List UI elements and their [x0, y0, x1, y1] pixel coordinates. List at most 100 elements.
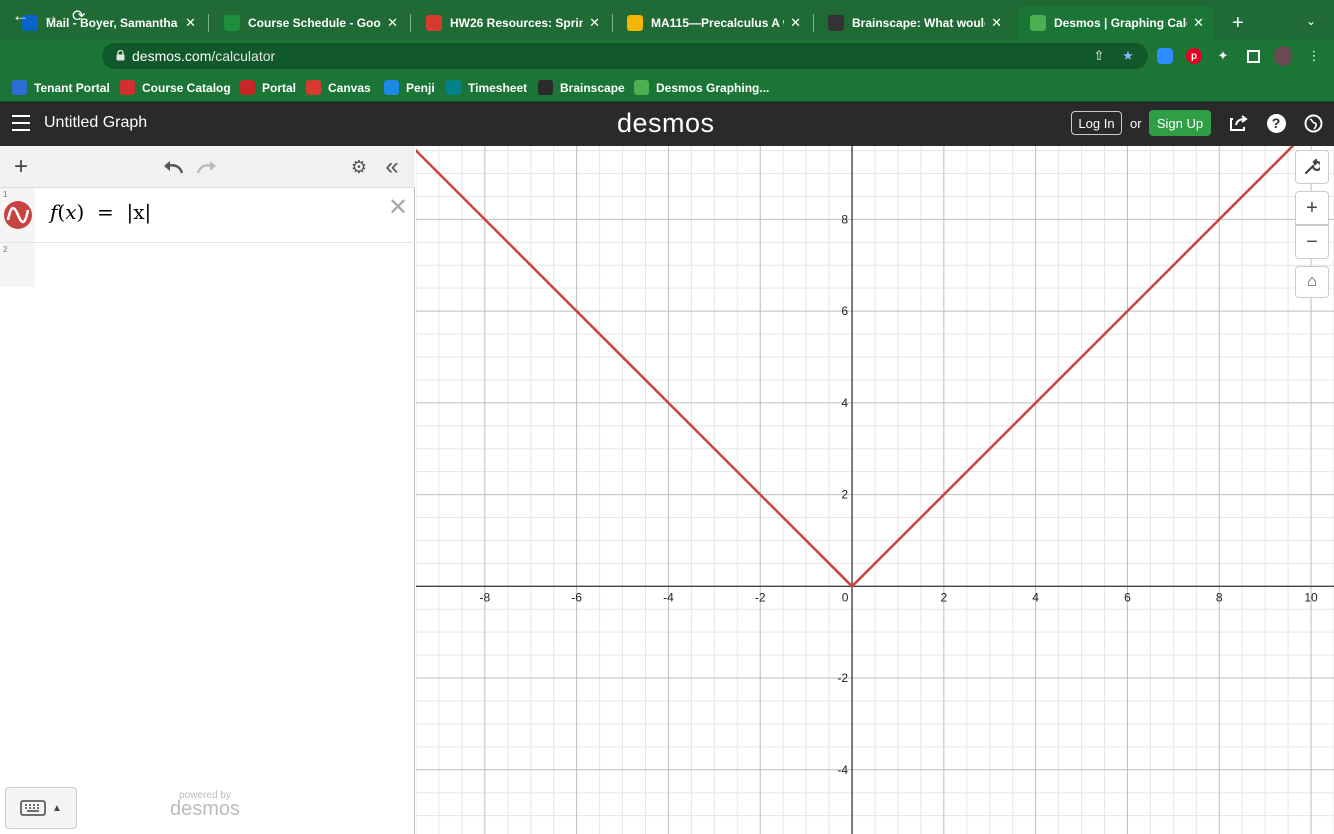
tab-separator: [813, 14, 814, 32]
brainscape-icon: [538, 80, 553, 95]
bookmark-label: Penji: [406, 80, 435, 95]
bookmark-star-icon[interactable]: ★: [1119, 47, 1137, 65]
browser-tab[interactable]: Mail - Boyer, Samantha Aft ✕: [10, 6, 206, 40]
brainscape-icon: [828, 15, 844, 31]
redo-icon[interactable]: [194, 154, 220, 180]
expression-input[interactable]: f(x) = |x|: [50, 200, 151, 224]
delete-expression-icon[interactable]: ✕: [388, 193, 408, 222]
tab-separator: [410, 14, 411, 32]
close-tab-icon[interactable]: ✕: [185, 15, 196, 31]
extensions-icon[interactable]: ✦: [1214, 47, 1232, 65]
canvas-icon: [306, 80, 321, 95]
bookmark-label: Course Catalog: [142, 80, 231, 95]
drive-icon: [627, 15, 643, 31]
series-line-abs-x[interactable]: [416, 146, 1311, 589]
bookmark-label: Tenant Portal: [34, 80, 110, 95]
log-in-button[interactable]: Log In: [1071, 111, 1122, 135]
forward-icon[interactable]: →: [42, 6, 59, 26]
y-tick-label: -4: [837, 763, 848, 777]
browser-tab[interactable]: HW26 Resources: Spring 2 ✕: [414, 6, 610, 40]
zoom-in-button[interactable]: +: [1295, 191, 1329, 225]
expression-number: 2: [3, 245, 8, 254]
penji-icon: [384, 80, 399, 95]
x-tick-label: 2: [941, 590, 948, 604]
y-tick-label: 2: [841, 488, 848, 502]
browser-tab[interactable]: MA115—Precalculus A w/ Ir ✕: [615, 6, 811, 40]
portal-icon: [240, 80, 255, 95]
graph-paper[interactable]: -8 -6 -4 -2 0 2 4 6 8 10 -4 -2 2 4 6 8: [416, 146, 1334, 834]
catalog-icon: [120, 80, 135, 95]
canvas-icon: [426, 15, 442, 31]
bookmark-item[interactable]: Timesheet: [446, 80, 527, 95]
avatar[interactable]: [1274, 46, 1292, 66]
bookmark-item[interactable]: Course Catalog: [120, 80, 231, 95]
tab-title: Course Schedule - Google: [248, 16, 381, 30]
pinterest-icon[interactable]: p: [1186, 48, 1202, 64]
bookmark-item[interactable]: Penji: [384, 80, 435, 95]
x-tick-label: -4: [663, 590, 674, 604]
share-graph-icon[interactable]: [1228, 112, 1250, 134]
keypad-toggle-button[interactable]: ▲: [5, 787, 77, 829]
tab-search-icon[interactable]: ⌄: [1306, 14, 1316, 28]
back-icon[interactable]: ←: [12, 6, 29, 26]
share-icon[interactable]: ⇧: [1090, 47, 1108, 65]
chrome-menu-icon[interactable]: ⋮: [1305, 47, 1323, 65]
close-tab-icon[interactable]: ✕: [1193, 15, 1204, 31]
lock-icon: [116, 50, 125, 61]
y-tick-label: 6: [841, 304, 848, 318]
zoom-out-button[interactable]: −: [1295, 225, 1329, 259]
zoom-extension-icon[interactable]: [1157, 48, 1173, 64]
settings-gear-icon[interactable]: ⚙: [346, 154, 372, 180]
graph-settings-wrench-icon[interactable]: [1295, 150, 1329, 184]
close-tab-icon[interactable]: ✕: [790, 15, 801, 31]
browser-tab[interactable]: Course Schedule - Google ✕: [212, 6, 408, 40]
bookmark-item[interactable]: Portal: [240, 80, 296, 95]
undo-icon[interactable]: [160, 154, 186, 180]
help-icon[interactable]: ?: [1265, 112, 1287, 134]
y-tick-label: 8: [841, 212, 848, 226]
tab-title: Desmos | Graphing Calcula: [1054, 16, 1187, 30]
tab-title: HW26 Resources: Spring 2: [450, 16, 584, 30]
side-panel-icon[interactable]: [1246, 49, 1260, 63]
bookmark-label: Timesheet: [468, 80, 528, 95]
bookmark-item[interactable]: Tenant Portal: [12, 80, 110, 95]
bookmark-label: Brainscape: [560, 80, 625, 95]
expression-row-2[interactable]: 2: [0, 243, 415, 287]
add-item-icon[interactable]: +: [8, 153, 34, 180]
sign-up-button[interactable]: Sign Up: [1149, 110, 1211, 136]
close-tab-icon[interactable]: ✕: [991, 15, 1002, 31]
powered-by-desmos: powered by desmos: [170, 790, 241, 820]
x-tick-label: -6: [571, 590, 582, 604]
desmos-icon: [634, 80, 649, 95]
caret-up-icon: ▲: [52, 802, 62, 814]
new-tab-button[interactable]: +: [1232, 12, 1244, 35]
language-globe-icon[interactable]: [1302, 112, 1324, 134]
bookmark-item[interactable]: Brainscape: [538, 80, 625, 95]
expression-number: 1: [3, 190, 8, 199]
expression-row-1[interactable]: 1 f(x) = |x| ✕: [0, 188, 415, 243]
desmos-logo: desmos: [617, 108, 715, 138]
bookmark-label: Desmos Graphing...: [656, 80, 770, 95]
x-tick-label: 6: [1124, 590, 1131, 604]
x-tick-label: 10: [1304, 590, 1318, 604]
close-tab-icon[interactable]: ✕: [589, 15, 600, 31]
tab-title: Brainscape: What would yo: [852, 16, 985, 30]
bookmark-item[interactable]: Canvas: [306, 80, 371, 95]
tab-separator: [612, 14, 613, 32]
url-text: desmos.com/calculator: [132, 48, 276, 64]
browser-tab[interactable]: Brainscape: What would yo ✕: [816, 6, 1012, 40]
sharepoint-icon: [446, 80, 461, 95]
reload-icon[interactable]: ⟳: [72, 6, 85, 26]
default-viewport-home-icon[interactable]: ⌂: [1295, 266, 1329, 298]
bookmark-label: Canvas: [328, 80, 371, 95]
collapse-list-icon[interactable]: «: [379, 153, 405, 180]
x-tick-label: 0: [842, 590, 849, 604]
browser-tab[interactable]: Desmos | Graphing Calcula ✕: [1018, 6, 1214, 40]
graph-color-icon[interactable]: [4, 201, 32, 229]
close-tab-icon[interactable]: ✕: [387, 15, 398, 31]
bookmark-label: Portal: [262, 80, 297, 95]
bookmark-item[interactable]: Desmos Graphing...: [634, 80, 769, 95]
graph-title[interactable]: Untitled Graph: [44, 114, 147, 132]
menu-icon[interactable]: [12, 115, 30, 131]
x-tick-label: 4: [1032, 590, 1039, 604]
